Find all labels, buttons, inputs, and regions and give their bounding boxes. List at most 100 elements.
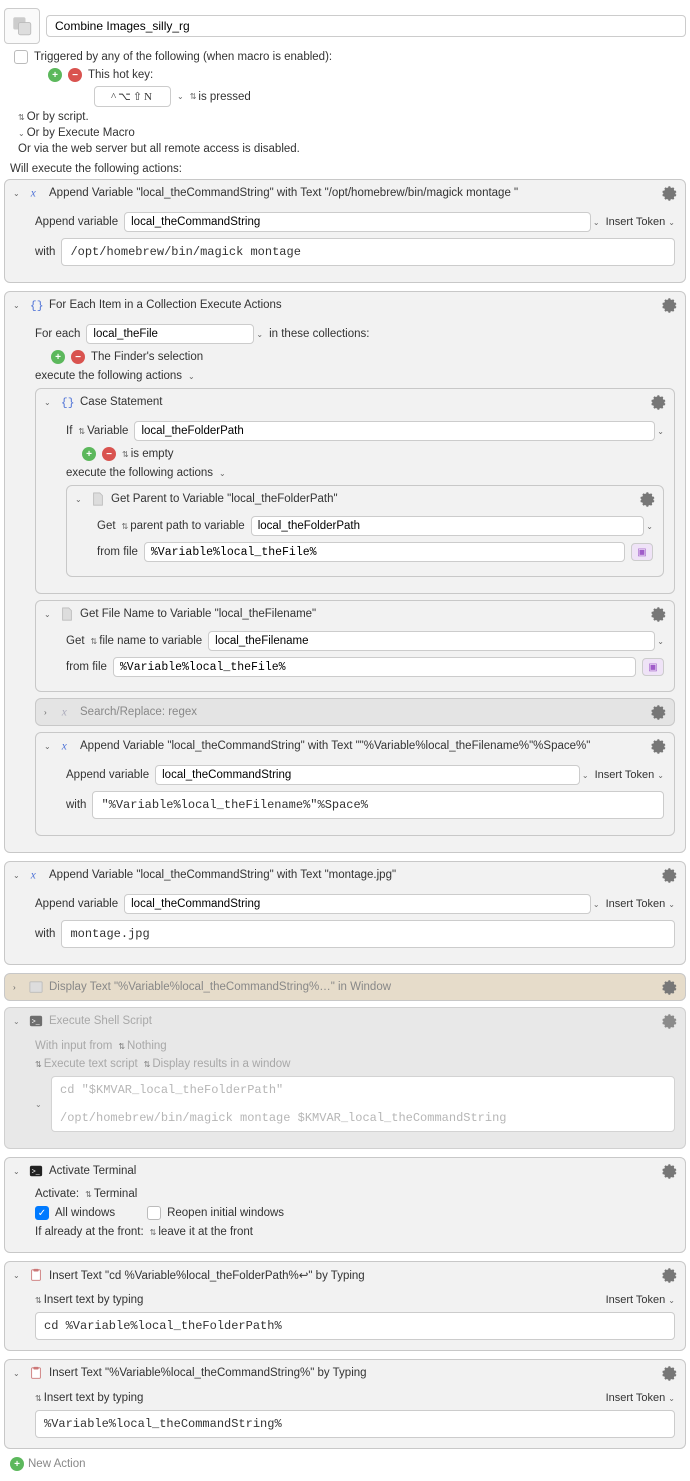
with-text-input[interactable]: /opt/homebrew/bin/magick montage xyxy=(61,238,675,266)
macro-title-input[interactable] xyxy=(46,15,686,37)
folder-picker-button[interactable]: ▣ xyxy=(642,658,664,676)
gear-icon[interactable] xyxy=(661,297,677,313)
chevron-down-icon[interactable]: ⌄ xyxy=(646,522,653,531)
add-trigger-icon[interactable]: + xyxy=(48,68,62,82)
chevron-down-icon[interactable]: ⌄ xyxy=(593,218,600,227)
front-behaviour-select[interactable]: ⇅leave it at the front xyxy=(150,1226,253,1238)
input-from-select[interactable]: ⇅Nothing xyxy=(118,1040,166,1052)
svg-text:{}: {} xyxy=(30,301,43,313)
insert-text-input[interactable]: cd %Variable%local_theFolderPath% xyxy=(35,1312,675,1340)
gear-icon[interactable] xyxy=(661,185,677,201)
or-script-select[interactable]: ⇅Or by script. xyxy=(18,111,89,123)
add-collection-icon[interactable]: + xyxy=(51,350,65,364)
from-file-input[interactable] xyxy=(144,542,625,562)
chevron-down-icon[interactable]: ⌄ xyxy=(593,900,600,909)
path-type-select[interactable]: ⇅parent path to variable xyxy=(122,520,245,532)
name-type-select[interactable]: ⇅file name to variable xyxy=(91,635,203,647)
gear-icon[interactable] xyxy=(650,394,666,410)
disclosure-icon[interactable]: ⌄ xyxy=(13,189,23,198)
svg-text:x: x xyxy=(61,741,67,753)
reopen-checkbox[interactable] xyxy=(147,1206,161,1220)
all-windows-checkbox[interactable]: ✓ xyxy=(35,1206,49,1220)
gear-icon[interactable] xyxy=(661,1163,677,1179)
disclosure-icon[interactable]: ⌄ xyxy=(13,301,23,310)
chevron-down-icon[interactable]: ⌄ xyxy=(188,372,195,381)
display-mode-select[interactable]: ⇅Display results in a window xyxy=(144,1058,291,1070)
insert-mode-select[interactable]: ⇅Insert text by typing xyxy=(35,1294,600,1306)
gear-icon[interactable] xyxy=(639,491,655,507)
svg-text:>_: >_ xyxy=(32,1019,40,1026)
plus-icon: + xyxy=(10,1457,24,1471)
app-select[interactable]: ⇅Terminal xyxy=(85,1188,137,1200)
disclosure-icon[interactable]: › xyxy=(44,708,54,717)
foreach-label: For each xyxy=(35,328,80,340)
insert-token-button[interactable]: Insert Token⌄ xyxy=(606,898,675,910)
variable-input[interactable] xyxy=(124,212,591,232)
disclosure-icon[interactable]: ⌄ xyxy=(44,610,54,619)
append-label: Append variable xyxy=(35,216,118,228)
clipboard-icon xyxy=(29,1366,43,1380)
action-append-var-filename: ⌄ x Append Variable "local_theCommandStr… xyxy=(35,732,675,836)
chevron-down-icon[interactable]: ⌄ xyxy=(256,330,263,339)
remove-condition-icon[interactable]: − xyxy=(102,447,116,461)
target-var-input[interactable] xyxy=(208,631,655,651)
gear-icon[interactable] xyxy=(650,738,666,754)
remove-trigger-icon[interactable]: − xyxy=(68,68,82,82)
gear-icon[interactable] xyxy=(650,606,666,622)
remove-collection-icon[interactable]: − xyxy=(71,350,85,364)
new-action-button[interactable]: + New Action xyxy=(10,1457,686,1471)
disclosure-icon[interactable]: ⌄ xyxy=(13,871,23,880)
variable-input[interactable] xyxy=(124,894,591,914)
disclosure-icon[interactable]: ⌄ xyxy=(13,1017,23,1026)
shell-script-input[interactable]: cd "$KMVAR_local_theFolderPath"/opt/home… xyxy=(51,1076,675,1132)
action-append-var-montage: ⌄ x Append Variable "local_theCommandStr… xyxy=(4,861,686,965)
hotkey-input[interactable]: ^⌥⇧N xyxy=(94,86,171,107)
gear-icon[interactable] xyxy=(650,704,666,720)
disclosure-icon[interactable]: ⌄ xyxy=(13,1167,23,1176)
folder-picker-button[interactable]: ▣ xyxy=(631,543,653,561)
action-title: Insert Text "%Variable%local_theCommandS… xyxy=(49,1367,655,1379)
disclosure-icon[interactable]: ⌄ xyxy=(44,398,54,407)
disclosure-icon[interactable]: › xyxy=(13,983,23,992)
insert-mode-select[interactable]: ⇅Insert text by typing xyxy=(35,1392,600,1404)
foreach-var-input[interactable] xyxy=(86,324,254,344)
enabled-checkbox[interactable] xyxy=(14,50,28,64)
chevron-down-icon[interactable]: ⌄ xyxy=(657,637,664,646)
chevron-down-icon[interactable]: ⌄ xyxy=(657,427,664,436)
insert-token-button[interactable]: Insert Token⌄ xyxy=(606,216,675,228)
target-var-input[interactable] xyxy=(251,516,645,536)
action-title: Execute Shell Script xyxy=(49,1015,655,1027)
with-text-input[interactable]: montage.jpg xyxy=(61,920,675,948)
chevron-down-icon[interactable]: ⌄ xyxy=(219,469,226,478)
gear-icon[interactable] xyxy=(661,1365,677,1381)
condition-var-input[interactable] xyxy=(134,421,655,441)
condition-type-select[interactable]: ⇅Variable xyxy=(78,425,128,437)
macro-icon[interactable] xyxy=(4,8,40,44)
gear-icon[interactable] xyxy=(661,1013,677,1029)
chevron-down-icon[interactable]: ⌄ xyxy=(177,92,184,101)
disclosure-icon[interactable]: ⌄ xyxy=(44,742,54,751)
disclosure-icon[interactable]: ⌄ xyxy=(13,1369,23,1378)
or-exec-select[interactable]: ⌄Or by Execute Macro xyxy=(18,127,135,139)
gear-icon[interactable] xyxy=(661,979,677,995)
variable-input[interactable] xyxy=(155,765,580,785)
chevron-down-icon[interactable]: ⌄ xyxy=(582,771,589,780)
input-from-label: With input from xyxy=(35,1040,112,1052)
from-file-input[interactable] xyxy=(113,657,636,677)
add-condition-icon[interactable]: + xyxy=(82,447,96,461)
empty-select[interactable]: ⇅is empty xyxy=(122,448,174,460)
gear-icon[interactable] xyxy=(661,1267,677,1283)
exec-mode-select[interactable]: ⇅Execute text script xyxy=(35,1058,138,1070)
insert-text-input[interactable]: %Variable%local_theCommandString% xyxy=(35,1410,675,1438)
all-windows-label: All windows xyxy=(55,1207,115,1219)
gear-icon[interactable] xyxy=(661,867,677,883)
disclosure-icon[interactable]: ⌄ xyxy=(13,1271,23,1280)
insert-token-button[interactable]: Insert Token⌄ xyxy=(606,1392,675,1404)
with-text-input[interactable]: "%Variable%local_theFilename%"%Space% xyxy=(92,791,664,819)
action-title: Display Text "%Variable%local_theCommand… xyxy=(49,981,655,993)
insert-token-button[interactable]: Insert Token⌄ xyxy=(606,1294,675,1306)
insert-token-button[interactable]: Insert Token⌄ xyxy=(595,769,664,781)
disclosure-icon[interactable]: ⌄ xyxy=(35,1100,45,1109)
pressed-select[interactable]: ⇅is pressed xyxy=(190,91,251,103)
disclosure-icon[interactable]: ⌄ xyxy=(75,495,85,504)
